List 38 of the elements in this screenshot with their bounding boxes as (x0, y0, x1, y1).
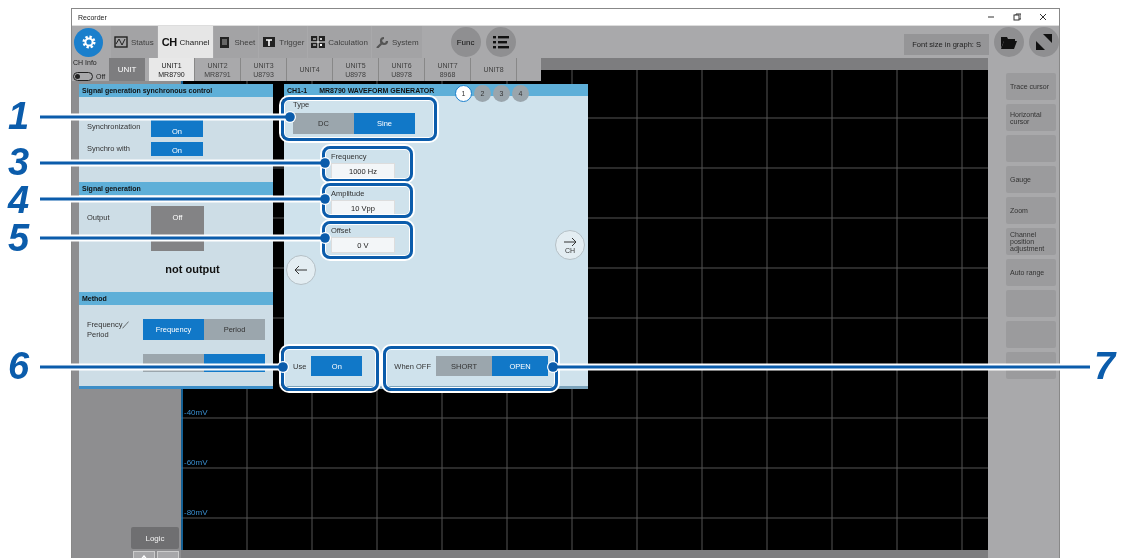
arrow-left-icon (294, 265, 308, 275)
status-text: not output (164, 263, 220, 275)
tab-mark: CH (161, 36, 177, 48)
tab[interactable]: CH Channel (157, 26, 214, 58)
axis-label: -60mV (184, 458, 208, 467)
close-icon (1039, 13, 1047, 21)
restore-icon (1013, 13, 1021, 21)
tab[interactable]: Status (111, 26, 157, 58)
folder-icon (1001, 35, 1017, 49)
tab[interactable]: Calculation (308, 26, 371, 58)
callout-number: 7 (1094, 346, 1116, 386)
callout-number: 1 (8, 96, 30, 136)
expand-icon (1036, 34, 1052, 50)
settings-icon (80, 34, 97, 50)
list-button[interactable] (485, 27, 516, 57)
axis-label: -80mV (184, 508, 208, 517)
wrench-icon (374, 36, 389, 48)
callout-number: 3 (8, 142, 30, 182)
callout-number: 5 (8, 218, 30, 258)
tab[interactable]: Trigger (259, 26, 308, 58)
callout-number: 6 (8, 346, 30, 386)
tab[interactable]: System (371, 26, 422, 58)
menu-icon (492, 35, 509, 49)
letter-t-icon (262, 36, 277, 48)
axis-label: -40mV (184, 408, 208, 417)
open-folder-button[interactable] (994, 27, 1024, 57)
func-button[interactable]: Func (450, 27, 481, 57)
callout-number: 4 (8, 180, 30, 220)
grid-icon (311, 36, 326, 48)
waveform-icon (114, 36, 128, 48)
unit-label: UNIT (109, 58, 145, 81)
settings-button[interactable] (74, 27, 103, 57)
arrow-right-icon (563, 236, 577, 247)
tab[interactable]: Sheet (214, 26, 259, 58)
expand-button[interactable] (1029, 27, 1059, 57)
document-icon (217, 36, 232, 48)
previous-button[interactable] (286, 255, 316, 285)
minimize-icon (987, 13, 995, 21)
